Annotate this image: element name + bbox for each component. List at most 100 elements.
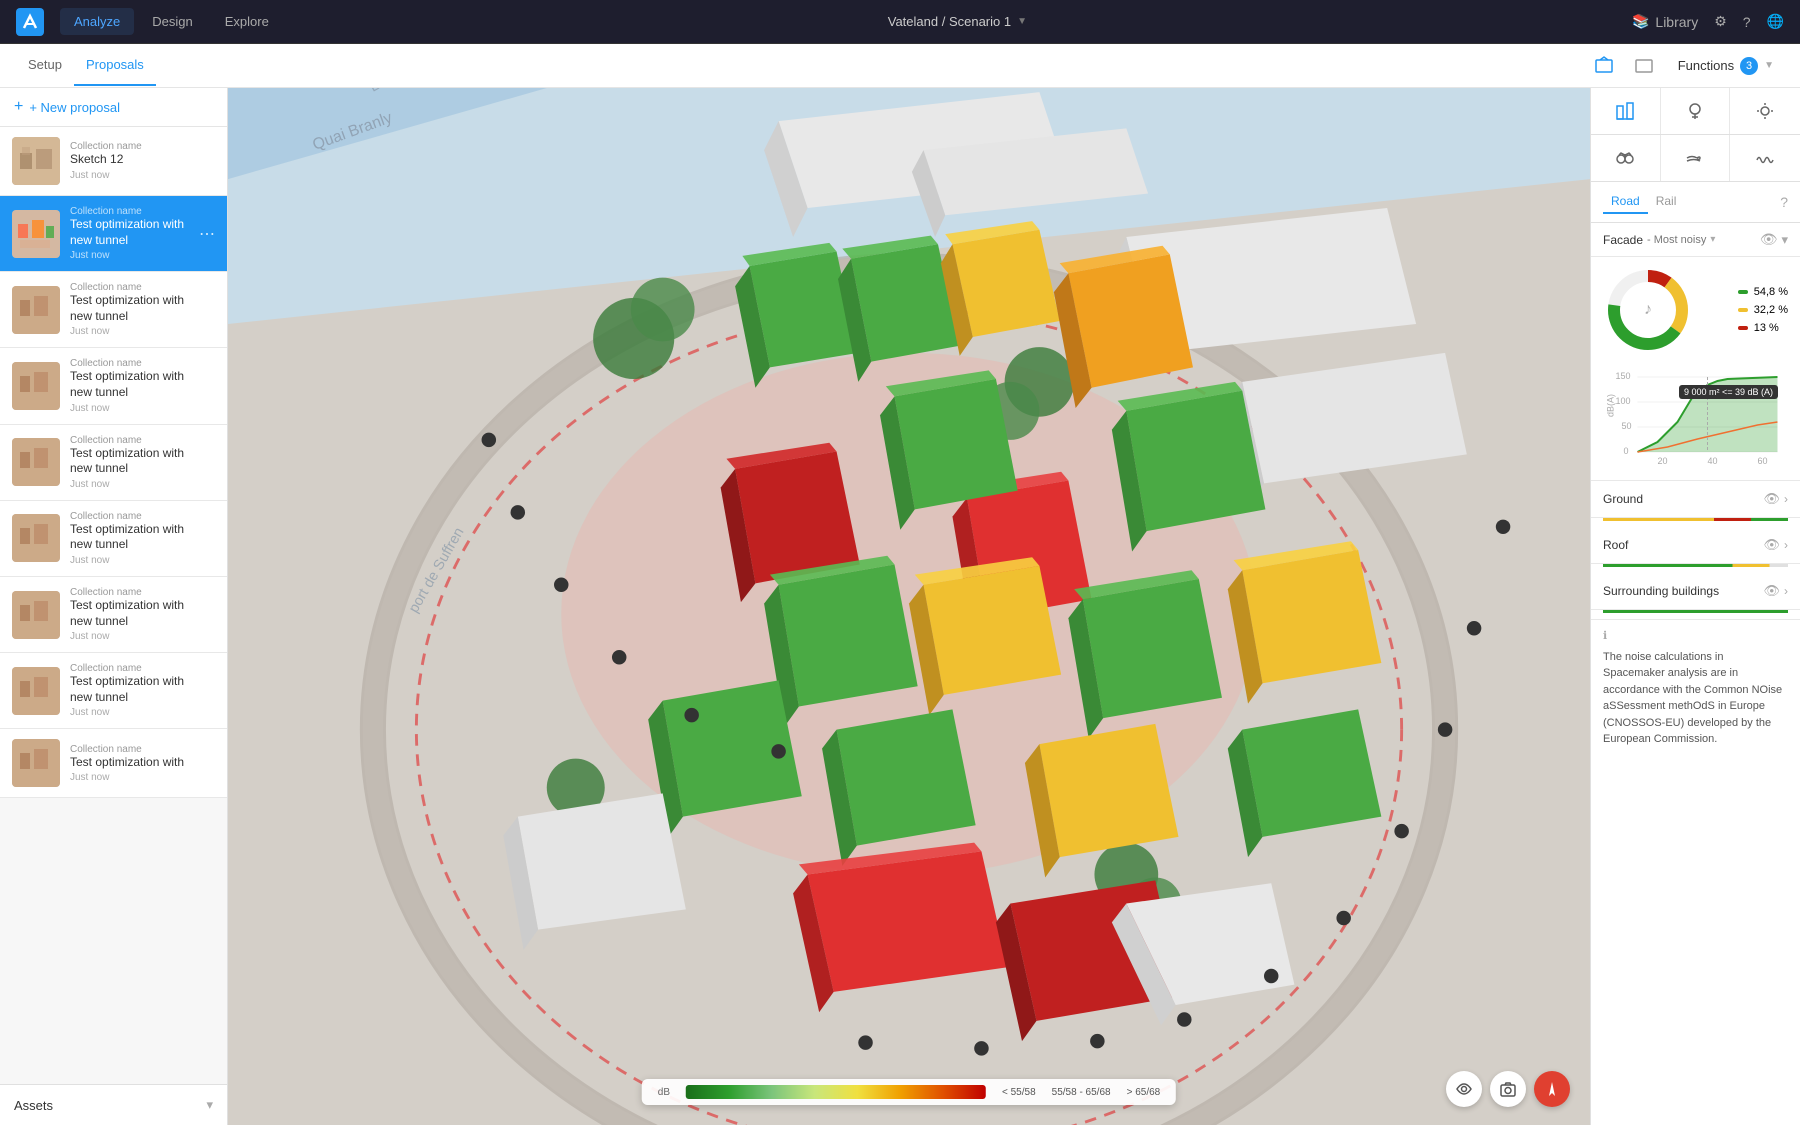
ground-expand-icon[interactable]: › [1784,492,1788,506]
proposal-thumbnail [12,210,60,258]
proposal-name: Sketch 12 [70,152,189,168]
functions-button[interactable]: Functions 3 ▼ [1668,51,1784,81]
functions-chevron-icon: ▼ [1764,60,1774,71]
svg-text:150: 150 [1616,371,1631,381]
yellow-dot [1738,308,1748,312]
proposal-name: Test optimization with new tunnel [70,446,189,477]
surrounding-bar [1603,610,1788,613]
legend-gradient [686,1085,986,1099]
proposal-item[interactable]: Collection name Test optimization with n… [0,577,227,653]
proposal-menu-icon[interactable]: ⋯ [199,224,215,244]
surrounding-section-header[interactable]: Surrounding buildings 👁 › [1591,573,1800,610]
library-btn[interactable]: 📚 Library [1632,13,1698,30]
proposal-item[interactable]: Collection name Test optimization with J… [0,729,227,798]
proposal-item[interactable]: Collection name Test optimization with n… [0,501,227,577]
roof-eye-icon[interactable]: 👁 [1763,537,1780,553]
proposal-collection: Collection name [70,663,189,674]
donut-legend: 54,8 % 32,2 % 13 % [1738,286,1788,334]
plus-icon: + [14,98,23,116]
rp-icons-top [1591,88,1800,135]
proposal-item[interactable]: Collection name Test optimization with n… [0,272,227,348]
rp-tab-road[interactable]: Road [1603,190,1648,214]
scenario-title[interactable]: Vateland / Scenario 1 ▼ [888,14,1027,29]
proposal-info: Collection name Test optimization with n… [70,511,189,566]
sun-icon-btn[interactable] [1730,88,1800,134]
compass-btn[interactable] [1534,1071,1570,1107]
ground-section-header[interactable]: Ground 👁 › [1591,481,1800,518]
proposal-thumbnail [12,591,60,639]
surrounding-section: Surrounding buildings 👁 › [1591,573,1800,613]
rp-tab-rail[interactable]: Rail [1648,190,1685,214]
assets-chevron-icon: ▾ [206,1097,213,1113]
eye-map-btn[interactable] [1446,1071,1482,1107]
new-proposal-button[interactable]: + + New proposal [0,88,134,126]
proposal-info: Collection name Test optimization with J… [70,744,189,784]
app-logo[interactable] [16,8,44,36]
legend-yellow: 32,2 % [1738,304,1788,316]
svg-text:dB(A): dB(A) [1606,394,1616,417]
legend-high: > 65/68 [1127,1087,1161,1098]
settings-icon: ⚙ [1714,13,1727,30]
facade-eye-icon[interactable]: 👁 [1760,231,1778,248]
surrounding-eye-icon[interactable]: 👁 [1763,583,1780,599]
proposal-item-active[interactable]: Collection name Test optimization with n… [0,196,227,272]
rp-icons-row2 [1591,135,1800,182]
nav-tab-analyze[interactable]: Analyze [60,8,134,35]
proposal-item[interactable]: Collection name Test optimization with n… [0,653,227,729]
nav-tab-explore[interactable]: Explore [211,8,283,35]
donut-chart: ♪ [1603,265,1693,355]
legend-low: < 55/58 [1002,1087,1036,1098]
ground-section-content: Ground [1603,492,1763,506]
assets-label: Assets [14,1098,53,1113]
roof-expand-icon[interactable]: › [1784,538,1788,552]
roof-bar [1603,564,1788,567]
buildings-icon-btn[interactable] [1591,88,1661,134]
roof-section-header[interactable]: Roof 👁 › [1591,527,1800,564]
noise-wave-icon-btn[interactable] [1730,135,1800,181]
proposal-time: Just now [70,326,189,337]
proposal-item[interactable]: Collection name Test optimization with n… [0,425,227,501]
camera-map-btn[interactable] [1490,1071,1526,1107]
help-btn[interactable]: ? [1743,14,1751,30]
red-dot [1738,326,1748,330]
binoculars-icon-btn[interactable] [1591,135,1661,181]
proposal-thumbnail [12,362,60,410]
proposal-thumbnail [12,438,60,486]
library-label: Library [1655,14,1698,30]
map-area[interactable]: Quai Branly La Seine port de Suffren dB … [228,88,1590,1125]
svg-text:0: 0 [1624,446,1629,456]
facade-chevron-icon: ▾ [1710,234,1715,245]
title-chevron: ▼ [1017,16,1027,27]
facade-expand-icon[interactable]: ▾ [1781,232,1788,248]
2d-view-btn[interactable] [1628,50,1660,82]
facade-sub: - Most noisy [1647,234,1706,246]
tree-icon-btn[interactable] [1661,88,1731,134]
map-controls [1446,1071,1570,1107]
facade-label: Facade [1603,233,1643,247]
red-pct: 13 % [1754,322,1779,334]
settings-btn[interactable]: ⚙ [1714,13,1727,30]
db-label: dB [658,1087,670,1098]
sub-tab-setup[interactable]: Setup [16,45,74,86]
legend-green: 54,8 % [1738,286,1788,298]
rp-help-icon[interactable]: ? [1780,194,1788,210]
new-proposal-label: + New proposal [29,100,120,115]
proposal-info: Collection name Test optimization with n… [70,435,189,490]
3d-view-btn[interactable] [1588,50,1620,82]
proposal-info: Collection name Test optimization with n… [70,358,189,413]
globe-btn[interactable]: 🌐 [1767,13,1784,30]
proposals-list: Collection name Sketch 12 Just now ⋯ [0,127,227,1084]
proposal-item[interactable]: Collection name Test optimization with n… [0,348,227,424]
title-text: Vateland / Scenario 1 [888,14,1011,29]
proposal-item[interactable]: Collection name Sketch 12 Just now ⋯ [0,127,227,196]
info-box: ℹ The noise calculations in Spacemaker a… [1591,619,1800,756]
surrounding-expand-icon[interactable]: › [1784,584,1788,598]
proposal-collection: Collection name [70,141,189,152]
assets-bar[interactable]: Assets ▾ [0,1084,227,1125]
wind-icon-btn[interactable] [1661,135,1731,181]
ground-eye-icon[interactable]: 👁 [1763,491,1780,507]
functions-label: Functions [1678,58,1734,73]
sub-tab-proposals[interactable]: Proposals [74,45,156,86]
nav-right: 📚 Library ⚙ ? 🌐 [1632,13,1784,30]
nav-tab-design[interactable]: Design [138,8,206,35]
